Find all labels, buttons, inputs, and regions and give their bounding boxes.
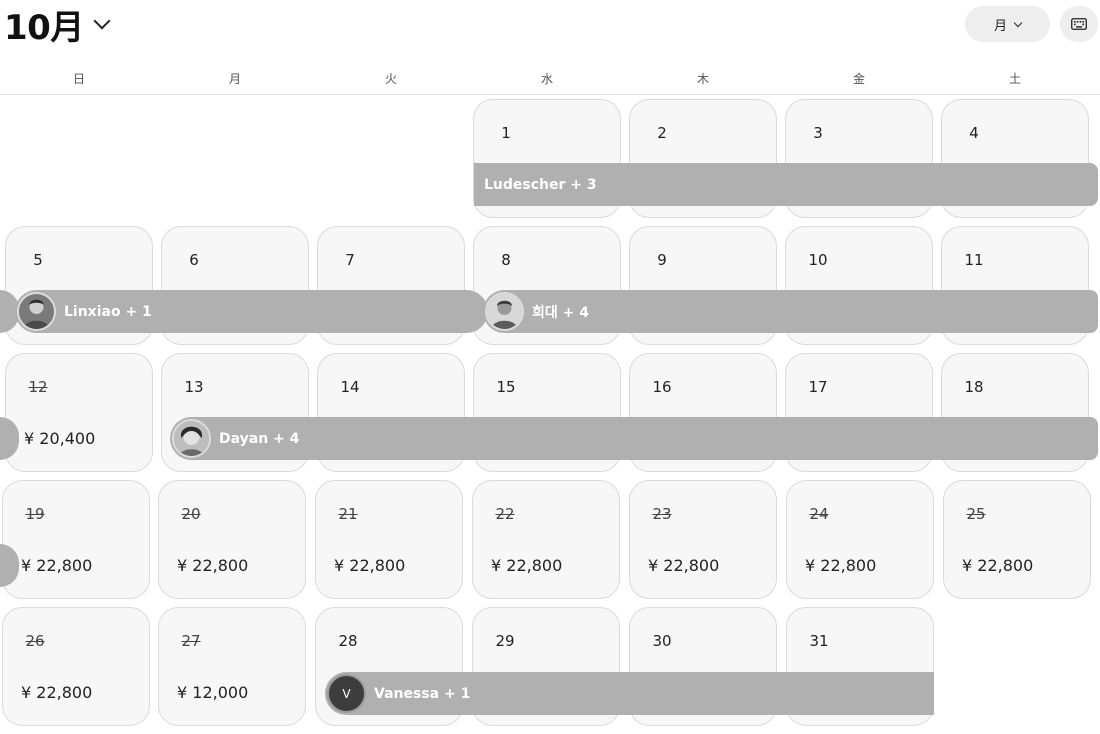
view-mode-dropdown[interactable]: 月 [965, 6, 1050, 42]
day-price: ¥ 12,000 [177, 683, 249, 702]
day-cell[interactable]: 27 ¥ 12,000 [158, 607, 306, 726]
day-price: ¥ 22,800 [21, 683, 93, 702]
day-number: 31 [809, 632, 829, 650]
day-number: 25 [966, 505, 986, 523]
day-price: ¥ 22,800 [177, 556, 249, 575]
day-cell[interactable]: 20 ¥ 22,800 [158, 480, 306, 599]
booking-guest-name: Ludescher + 3 [484, 176, 597, 193]
day-price: ¥ 22,800 [491, 556, 563, 575]
day-number: 4 [969, 124, 979, 142]
day-number: 12 [28, 378, 48, 396]
day-number: 3 [813, 124, 823, 142]
day-number: 21 [338, 505, 358, 523]
day-number: 28 [338, 632, 358, 650]
booking-guest-name: 희대 + 4 [532, 304, 589, 321]
day-number: 23 [652, 505, 672, 523]
booking-bar[interactable]: Linxiao + 1 [15, 290, 488, 333]
day-number: 11 [964, 251, 984, 269]
day-number: 8 [501, 251, 511, 269]
day-number: 5 [33, 251, 43, 269]
view-mode-label: 月 [993, 18, 1007, 34]
booking-bar[interactable]: V Vanessa + 1 [325, 672, 934, 715]
booking-guest-name: Linxiao + 1 [64, 303, 152, 320]
guest-avatar [172, 419, 211, 458]
day-number: 15 [496, 378, 516, 396]
day-number: 30 [652, 632, 672, 650]
weekday-sat: 土 [1008, 72, 1021, 86]
day-number: 16 [652, 378, 672, 396]
booking-guest-name: Vanessa + 1 [374, 685, 471, 702]
day-number: 20 [181, 505, 201, 523]
day-number: 2 [657, 124, 667, 142]
day-number: 22 [495, 505, 515, 523]
month-selector[interactable]: 10月 [4, 2, 111, 48]
day-number: 19 [25, 505, 45, 523]
day-number: 9 [657, 251, 667, 269]
guest-avatar [17, 292, 56, 331]
day-cell[interactable]: 24 ¥ 22,800 [786, 480, 934, 599]
day-price: ¥ 20,400 [24, 429, 96, 448]
day-number: 1 [501, 124, 511, 142]
day-price: ¥ 22,800 [648, 556, 720, 575]
booking-bar[interactable]: 희대 + 4 [483, 290, 1098, 333]
chevron-down-icon [1013, 18, 1023, 27]
weekday-mon: 月 [228, 72, 241, 86]
day-number: 17 [808, 378, 828, 396]
day-number: 10 [808, 251, 828, 269]
keyboard-icon [1071, 18, 1087, 30]
weekday-fri: 金 [852, 72, 865, 86]
day-cell[interactable]: 21 ¥ 22,800 [315, 480, 463, 599]
day-number: 14 [340, 378, 360, 396]
header-divider [0, 94, 1100, 95]
day-number: 13 [184, 378, 204, 396]
day-number: 26 [25, 632, 45, 650]
day-cell[interactable]: 23 ¥ 22,800 [629, 480, 777, 599]
booking-bar[interactable]: Dayan + 4 [170, 417, 1098, 460]
day-cell[interactable]: 22 ¥ 22,800 [472, 480, 620, 599]
day-price: ¥ 22,800 [334, 556, 406, 575]
day-number: 24 [809, 505, 829, 523]
day-number: 6 [189, 251, 199, 269]
day-number: 18 [964, 378, 984, 396]
day-price: ¥ 22,800 [21, 556, 93, 575]
day-price: ¥ 22,800 [805, 556, 877, 575]
keyboard-shortcuts-button[interactable] [1060, 6, 1098, 42]
weekday-tue: 火 [384, 72, 397, 86]
day-number: 27 [181, 632, 201, 650]
chevron-down-icon [93, 12, 111, 30]
day-cell[interactable]: 12 ¥ 20,400 [5, 353, 153, 472]
guest-avatar: V [327, 674, 366, 713]
day-price: ¥ 22,800 [962, 556, 1034, 575]
day-number: 29 [495, 632, 515, 650]
guest-avatar [485, 292, 524, 331]
weekday-sun: 日 [72, 72, 85, 86]
booking-guest-name: Dayan + 4 [219, 430, 300, 447]
day-cell[interactable]: 25 ¥ 22,800 [943, 480, 1091, 599]
weekday-thu: 木 [696, 72, 709, 86]
day-number: 7 [345, 251, 355, 269]
booking-bar[interactable]: Ludescher + 3 [474, 163, 1098, 206]
day-cell[interactable]: 26 ¥ 22,800 [2, 607, 150, 726]
month-title: 10月 [4, 7, 84, 48]
day-cell[interactable]: 19 ¥ 22,800 [2, 480, 150, 599]
weekday-wed: 水 [540, 72, 553, 86]
